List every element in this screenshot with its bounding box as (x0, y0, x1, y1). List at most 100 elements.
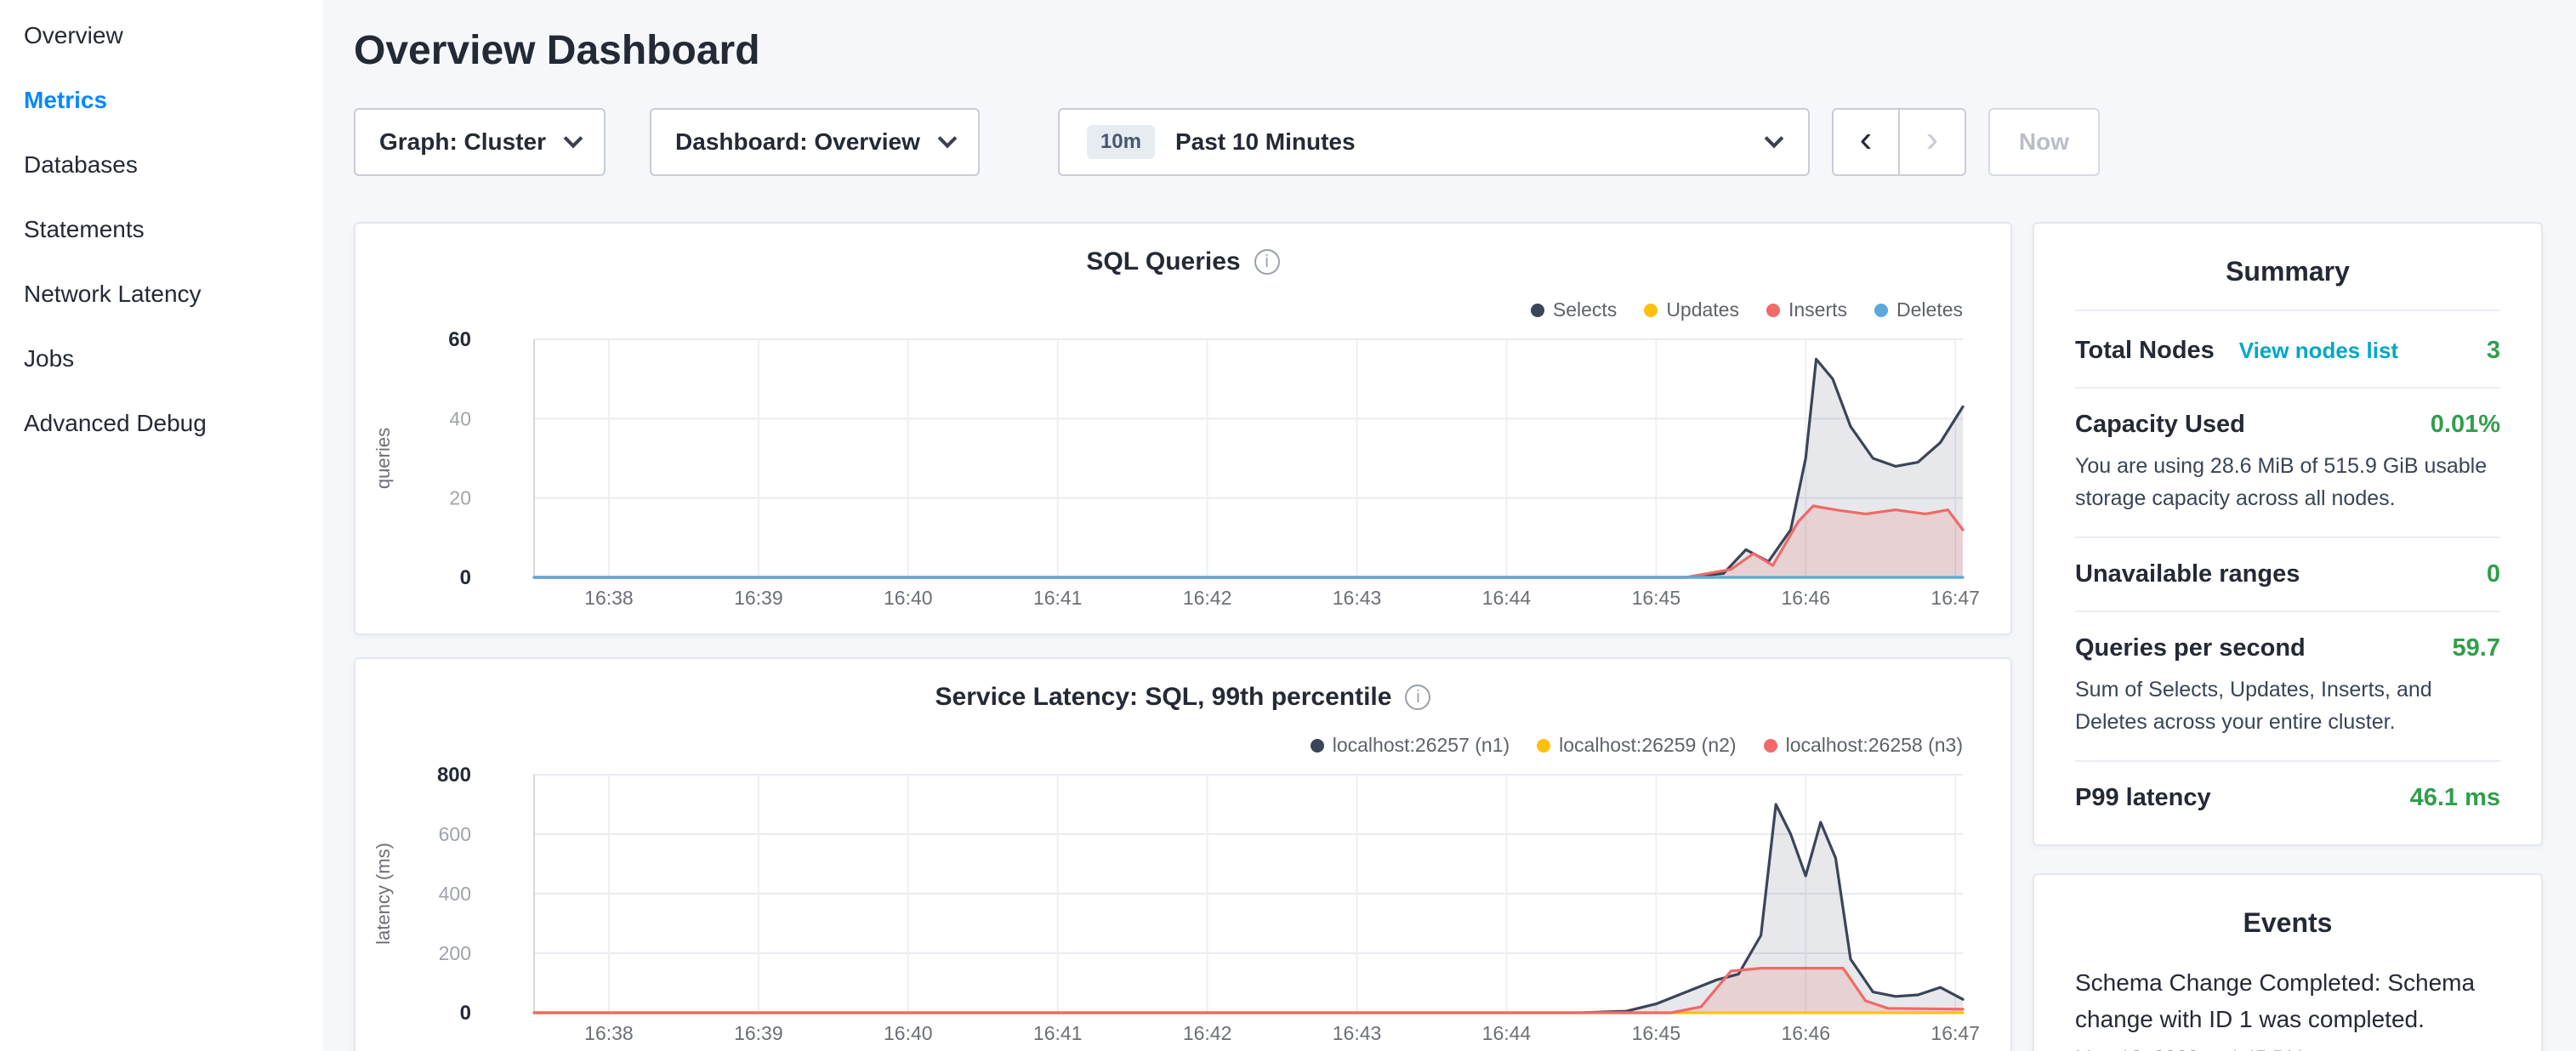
info-icon[interactable] (1254, 249, 1280, 275)
chart-title: SQL Queries (355, 247, 2010, 276)
legend-dot-icon (1531, 304, 1544, 317)
charts-column: SQL Queries Selects Updates Inserts Deletes… (354, 222, 2012, 1051)
sidebar-item-statements[interactable]: Statements (0, 197, 323, 262)
svg-text:16:41: 16:41 (1033, 1022, 1083, 1044)
summary-row-unavailable-ranges: Unavailable ranges 0 (2075, 537, 2500, 611)
summary-row-value: 0 (2487, 560, 2500, 588)
legend-dot-icon (1537, 739, 1550, 753)
legend-label: Inserts (1788, 298, 1847, 321)
legend-label: Updates (1666, 298, 1739, 321)
dashboard-body: SQL Queries Selects Updates Inserts Deletes… (354, 222, 2550, 1051)
time-range-picker[interactable]: 10m Past 10 Minutes (1058, 108, 1810, 176)
chart-legend: localhost:26257 (n1) localhost:26259 (n2)… (1311, 734, 1963, 757)
svg-text:16:45: 16:45 (1632, 587, 1681, 609)
main-content: Overview Dashboard Graph: Cluster Dashbo… (323, 0, 2576, 1051)
summary-title: Summary (2034, 224, 2541, 310)
chevron-down-icon (564, 129, 583, 149)
app-window: Overview Metrics Databases Statements Ne… (0, 0, 2576, 1051)
legend-item[interactable]: Inserts (1766, 298, 1847, 321)
graph-dropdown[interactable]: Graph: Cluster (354, 108, 606, 176)
right-sidebar: Summary Total Nodes View nodes list 3 (2033, 222, 2543, 1051)
summary-row-capacity-used: Capacity Used 0.01% You are using 28.6 M… (2075, 387, 2500, 537)
time-next-button[interactable]: › (1898, 108, 1966, 176)
svg-text:600: 600 (439, 823, 471, 845)
legend-item[interactable]: localhost:26259 (n2) (1537, 734, 1736, 757)
sidebar-item-databases[interactable]: Databases (0, 133, 323, 197)
chart-title-text: SQL Queries (1086, 247, 1240, 276)
event-timestamp: May 13, 2020 at 4:45 PM (2075, 1047, 2500, 1051)
legend-dot-icon (1644, 304, 1658, 317)
dashboard-dropdown[interactable]: Dashboard: Overview (650, 108, 980, 176)
page-title: Overview Dashboard (354, 27, 2550, 74)
legend-dot-icon (1766, 304, 1780, 317)
chart-title: Service Latency: SQL, 99th percentile (355, 683, 2010, 712)
svg-text:0: 0 (460, 566, 471, 589)
svg-text:16:42: 16:42 (1183, 1022, 1232, 1044)
summary-panel: Summary Total Nodes View nodes list 3 (2033, 222, 2543, 846)
info-icon[interactable] (1405, 685, 1430, 710)
svg-text:16:40: 16:40 (884, 1022, 933, 1044)
svg-text:16:43: 16:43 (1333, 587, 1382, 609)
svg-text:16:38: 16:38 (584, 587, 634, 609)
view-nodes-link[interactable]: View nodes list (2239, 338, 2398, 363)
chart-canvas: 020040060080016:3816:3916:4016:4116:4216… (355, 754, 2014, 1051)
svg-text:400: 400 (439, 883, 471, 905)
summary-row-queries-per-second: Queries per second 59.7 Sum of Selects, … (2075, 611, 2500, 760)
svg-text:latency (ms): latency (ms) (372, 843, 394, 945)
svg-text:16:47: 16:47 (1931, 587, 1980, 609)
legend-label: Selects (1553, 298, 1617, 321)
summary-row-value: 46.1 ms (2410, 784, 2500, 812)
sidebar-item-metrics[interactable]: Metrics (0, 68, 323, 133)
svg-text:16:39: 16:39 (734, 587, 783, 609)
summary-row-label: Unavailable ranges (2075, 560, 2300, 588)
summary-row-description: You are using 28.6 MiB of 515.9 GiB usab… (2075, 451, 2500, 514)
legend-label: Deletes (1896, 298, 1963, 321)
time-prev-button[interactable]: ‹ (1832, 108, 1900, 176)
legend-label: localhost:26258 (n3) (1786, 734, 1963, 757)
legend-item[interactable]: localhost:26257 (n1) (1311, 734, 1510, 757)
legend-item[interactable]: localhost:26258 (n3) (1764, 734, 1963, 757)
legend-item[interactable]: Updates (1644, 298, 1739, 321)
chart-legend: Selects Updates Inserts Deletes (1531, 298, 1963, 321)
svg-text:16:41: 16:41 (1033, 587, 1083, 609)
chart-canvas: 020406016:3816:3916:4016:4116:4216:4316:… (355, 319, 2014, 625)
legend-dot-icon (1311, 739, 1324, 753)
chart-title-text: Service Latency: SQL, 99th percentile (935, 683, 1392, 712)
summary-row-p99-latency: P99 latency 46.1 ms (2075, 760, 2500, 834)
legend-label: localhost:26257 (n1) (1333, 734, 1510, 757)
time-range-badge: 10m (1087, 125, 1155, 159)
svg-text:0: 0 (460, 1002, 471, 1025)
legend-item[interactable]: Deletes (1874, 298, 1963, 321)
legend-dot-icon (1874, 304, 1888, 317)
summary-row-label: Queries per second (2075, 634, 2306, 662)
legend-item[interactable]: Selects (1531, 298, 1617, 321)
sidebar-item-overview[interactable]: Overview (0, 3, 323, 68)
svg-text:16:47: 16:47 (1931, 1022, 1980, 1044)
sidebar-item-jobs[interactable]: Jobs (0, 327, 323, 391)
service-latency-chart-card: Service Latency: SQL, 99th percentile lo… (354, 657, 2012, 1051)
legend-dot-icon (1764, 739, 1777, 753)
svg-text:60: 60 (448, 328, 471, 351)
summary-row-label: P99 latency (2075, 784, 2211, 812)
svg-text:20: 20 (449, 487, 471, 509)
summary-row-label: Capacity Used (2075, 411, 2245, 439)
sidebar-item-advanced-debug[interactable]: Advanced Debug (0, 391, 323, 456)
sidebar-item-network-latency[interactable]: Network Latency (0, 262, 323, 327)
event-item[interactable]: Schema Change Completed: Schema change w… (2075, 964, 2500, 1051)
svg-text:800: 800 (437, 764, 471, 787)
chevron-down-icon (1765, 129, 1784, 149)
svg-text:16:46: 16:46 (1782, 1022, 1831, 1044)
svg-text:16:44: 16:44 (1482, 1022, 1532, 1044)
summary-row-description: Sum of Selects, Updates, Inserts, and De… (2075, 674, 2500, 738)
svg-text:16:40: 16:40 (884, 587, 933, 609)
now-button[interactable]: Now (1988, 108, 2100, 176)
summary-body: Total Nodes View nodes list 3 Capacity U… (2034, 310, 2541, 844)
events-title: Events (2034, 875, 2541, 961)
svg-text:16:39: 16:39 (734, 1022, 783, 1044)
sidebar: Overview Metrics Databases Statements Ne… (0, 0, 323, 1051)
summary-row-total-nodes: Total Nodes View nodes list 3 (2075, 310, 2500, 387)
svg-text:16:45: 16:45 (1632, 1022, 1681, 1044)
summary-row-label: Total Nodes (2075, 337, 2215, 364)
svg-text:16:38: 16:38 (584, 1022, 634, 1044)
events-panel: Events Schema Change Completed: Schema c… (2033, 873, 2543, 1051)
